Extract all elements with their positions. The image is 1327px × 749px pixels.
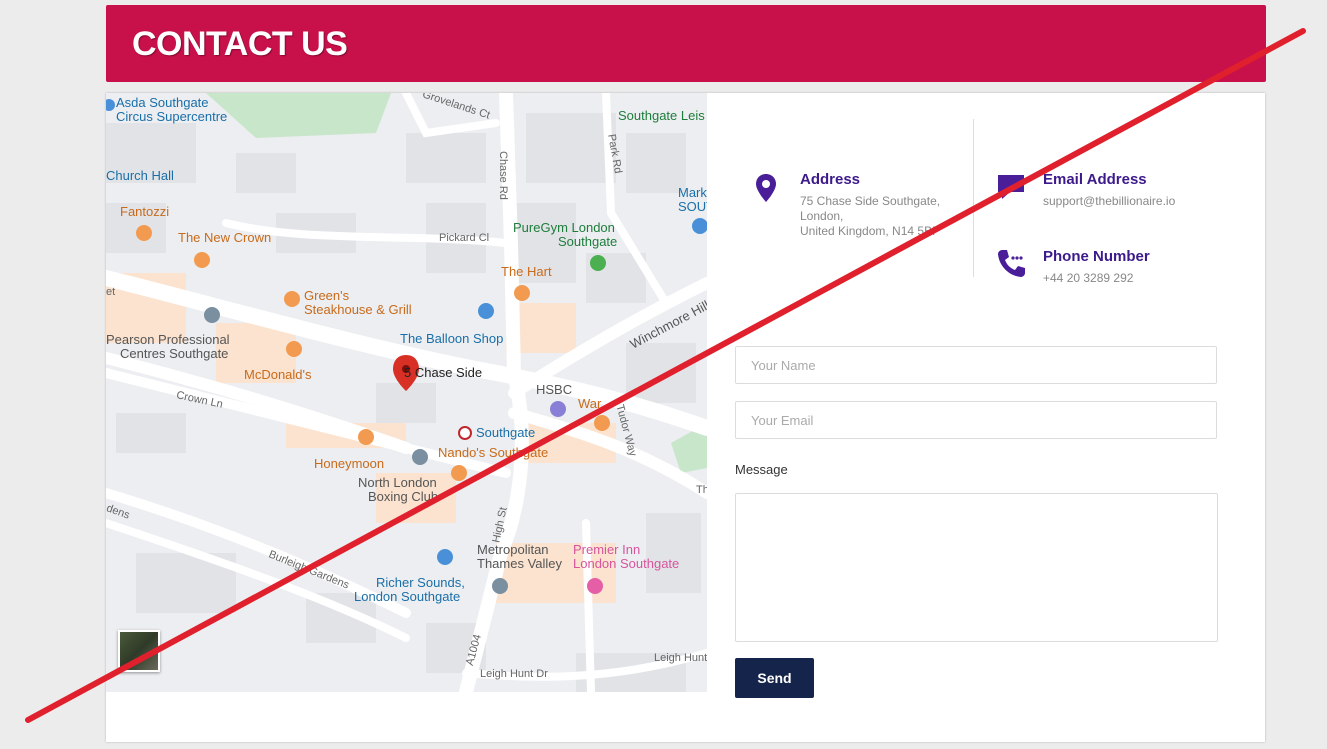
map-label-southgate-leisure: Southgate Leis	[618, 108, 705, 123]
contact-banner: CONTACT US	[106, 5, 1266, 82]
phone-block: Phone Number +44 20 3289 292	[1043, 248, 1150, 286]
map-label-mark: Mark	[678, 185, 707, 200]
map-label-sout: SOUT	[678, 199, 707, 214]
page-title: CONTACT US	[132, 25, 348, 63]
address-line: United Kingdom, N14 5BP	[800, 224, 941, 238]
info-divider	[973, 119, 974, 277]
phone-number[interactable]: +44 20 3289 292	[1043, 271, 1150, 286]
map-label-nandos: Nando's Southgate	[438, 445, 549, 460]
map-label-premier-inn: Premier Inn	[573, 542, 641, 557]
map-label-new-crown: The New Crown	[178, 230, 272, 245]
map-label-hsbc: HSBC	[536, 382, 573, 397]
map-label-road: Chase Rd	[497, 151, 509, 200]
chat-icon	[998, 175, 1024, 199]
map-label-southgate-station: Southgate	[476, 425, 536, 440]
map-label-metropolitan: Thames Valley	[477, 556, 563, 571]
contact-card: 5 Chase Side Asda Southgate Circus Super…	[106, 93, 1265, 742]
map-label-metropolitan: Metropolitan	[477, 542, 549, 557]
map-label-road: Th	[696, 484, 707, 496]
map-label-richer-sounds: London Southgate	[354, 589, 461, 604]
map-label-greens: Steakhouse & Grill	[304, 302, 412, 317]
map-label-greens: Green's	[304, 288, 350, 303]
phone-icon	[998, 250, 1025, 277]
map-label-pearson: Pearson Professional	[106, 332, 230, 347]
map-label-boxing: Boxing Club	[368, 489, 439, 504]
address-line: London,	[800, 209, 844, 223]
phone-title: Phone Number	[1043, 248, 1150, 265]
address-line: 75 Chase Side Southgate,	[800, 194, 941, 208]
pin-label: 5 Chase Side	[404, 365, 483, 380]
email-input[interactable]	[735, 401, 1217, 439]
map-label-north-london: North London	[358, 475, 437, 490]
map-label-mcdonalds: McDonald's	[244, 367, 312, 382]
map-label-asda: Asda Southgate	[116, 95, 209, 110]
message-textarea[interactable]	[735, 493, 1218, 642]
send-button[interactable]: Send	[735, 658, 814, 698]
map-label-fantozzi: Fantozzi	[120, 204, 170, 219]
email-title: Email Address	[1043, 171, 1147, 188]
map-label-road: Leigh Hunt	[654, 652, 707, 664]
map-label-road: et	[106, 286, 116, 298]
address-block: Address 75 Chase Side Southgate, London,…	[800, 171, 940, 239]
map-label-the-hart: The Hart	[501, 264, 552, 279]
map-label-balloon-shop: The Balloon Shop	[400, 331, 504, 346]
map-label-puregym: PureGym London	[513, 220, 615, 235]
map[interactable]: 5 Chase Side Asda Southgate Circus Super…	[106, 93, 707, 692]
map-label-puregym: Southgate	[558, 234, 618, 249]
location-pin-icon	[756, 174, 776, 202]
email-block: Email Address support@thebillionaire.io	[1043, 171, 1175, 209]
map-label-church-hall: Church Hall	[106, 168, 174, 183]
map-label-premier-inn: London Southgate	[573, 556, 680, 571]
address-title: Address	[800, 171, 861, 188]
message-label: Message	[735, 462, 788, 477]
map-label-asda: Circus Supercentre	[116, 109, 228, 124]
map-label-war: War	[578, 396, 602, 411]
satellite-view-toggle[interactable]	[118, 630, 160, 672]
map-label-road: Pickard Cl	[439, 232, 490, 244]
map-label-richer-sounds: Richer Sounds,	[376, 575, 465, 590]
name-input[interactable]	[735, 346, 1217, 384]
map-label-honeymoon: Honeymoon	[314, 456, 385, 471]
map-label-pearson: Centres Southgate	[120, 346, 229, 361]
email-address[interactable]: support@thebillionaire.io	[1043, 194, 1175, 209]
map-label-road: Leigh Hunt Dr	[480, 668, 548, 680]
